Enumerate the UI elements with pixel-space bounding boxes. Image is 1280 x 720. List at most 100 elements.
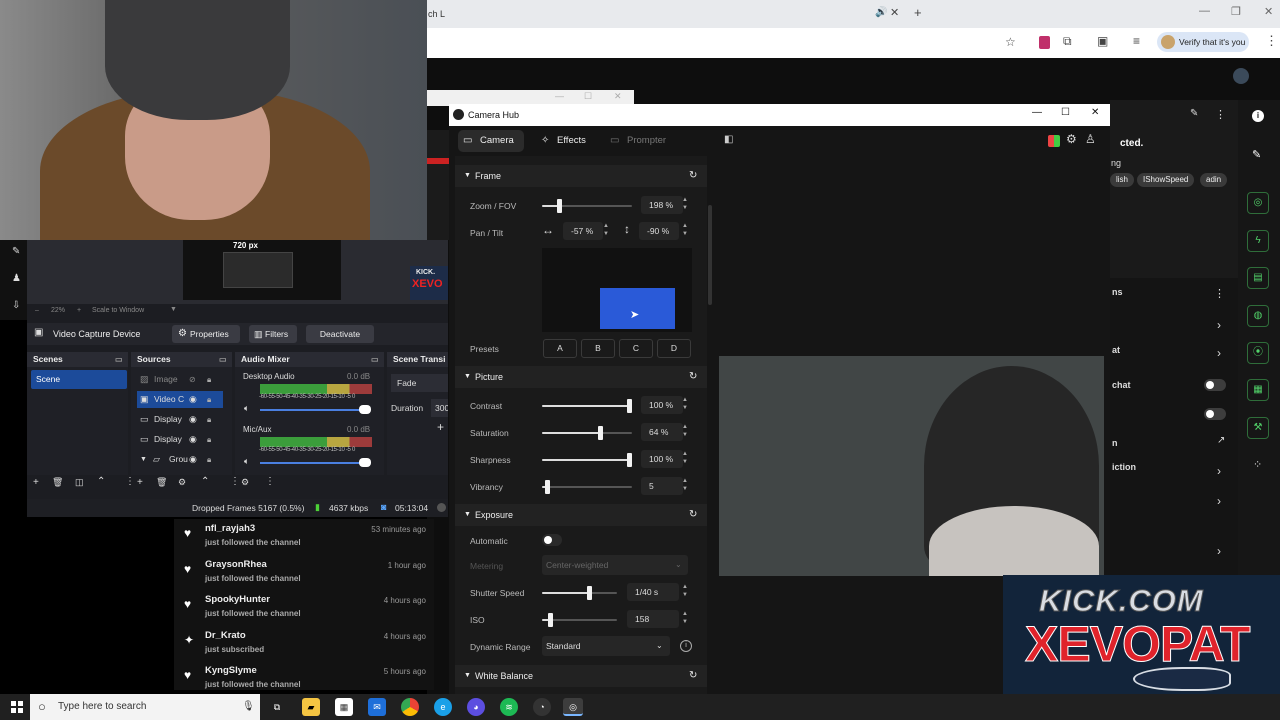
minimize-icon[interactable]: — bbox=[1032, 107, 1042, 118]
reset-icon[interactable]: ↻ bbox=[689, 665, 697, 687]
obs-icon[interactable]: ◔ bbox=[533, 698, 551, 716]
tag-chip[interactable]: IShowSpeed bbox=[1137, 173, 1195, 187]
lock-icon[interactable]: 🔒︎ bbox=[207, 451, 211, 468]
preset-d-button[interactable]: D bbox=[657, 339, 691, 358]
volume-knob[interactable] bbox=[359, 458, 371, 467]
broadcast-icon[interactable]: ⦿ bbox=[1247, 342, 1269, 364]
task-view-icon[interactable]: ⧉ bbox=[268, 698, 286, 716]
speaker-icon[interactable]: 🔈︎ bbox=[244, 456, 249, 467]
dynamic-range-dropdown[interactable]: Standard ⌄ bbox=[542, 636, 670, 656]
zoom-value-field[interactable]: 198 % bbox=[641, 196, 683, 214]
slider-knob[interactable] bbox=[544, 480, 550, 494]
move-up-icon[interactable]: ⌃ bbox=[97, 476, 105, 487]
mixer-settings-icon[interactable]: ⚙ bbox=[241, 477, 249, 488]
store-icon[interactable]: ▦ bbox=[335, 698, 353, 716]
picture-slider[interactable] bbox=[542, 453, 632, 467]
remove-source-icon[interactable]: 🗑︎ bbox=[156, 477, 167, 488]
info-icon[interactable]: i bbox=[680, 640, 692, 652]
scale-to-window-dropdown[interactable]: Scale to Window bbox=[92, 307, 144, 314]
stepper-icon[interactable]: ▲ ▼ bbox=[681, 196, 689, 214]
windows-start-icon[interactable] bbox=[11, 701, 23, 713]
source-item[interactable]: ▨ Image ⊘ 🔒︎ bbox=[137, 371, 223, 388]
dock-undock-icon[interactable]: ▭ bbox=[219, 352, 227, 367]
picture-value-field[interactable]: 64 % bbox=[641, 423, 683, 441]
picture-slider[interactable] bbox=[542, 399, 632, 413]
tag-chip[interactable]: adin bbox=[1200, 173, 1228, 187]
wrench-icon[interactable]: ⚒ bbox=[1247, 417, 1269, 439]
lock-icon[interactable]: 🔒︎ bbox=[207, 411, 211, 428]
frame-position-pad[interactable]: ➤ bbox=[542, 248, 692, 332]
chrome-icon[interactable] bbox=[401, 698, 419, 716]
users-icon[interactable]: ♟ bbox=[12, 273, 21, 284]
tab-title-fragment[interactable]: ch L bbox=[428, 9, 445, 19]
zoom-minus[interactable]: – bbox=[35, 307, 39, 314]
feed-username[interactable]: KyngSlyme bbox=[205, 665, 257, 676]
eye-icon[interactable]: ◉ bbox=[189, 411, 197, 428]
bookmark-star-icon[interactable]: ☆ bbox=[1005, 35, 1016, 49]
camera-hub-taskbar-icon[interactable]: ◎ bbox=[563, 698, 583, 716]
volume-slider[interactable] bbox=[260, 409, 370, 411]
scene-item[interactable]: Scene bbox=[31, 370, 127, 389]
hidden-eye-icon[interactable]: ⊘ bbox=[189, 371, 196, 388]
dock-undock-icon[interactable]: ▭ bbox=[371, 352, 379, 367]
chevron-right-icon[interactable]: › bbox=[1217, 494, 1221, 508]
slider-knob[interactable] bbox=[597, 426, 603, 440]
lock-icon[interactable]: 🔒︎ bbox=[207, 391, 211, 408]
tilt-value-field[interactable]: -90 % bbox=[639, 222, 679, 240]
settings-gear-icon[interactable]: ⚙ bbox=[1066, 132, 1077, 146]
info-icon[interactable]: i bbox=[1252, 110, 1264, 122]
tag-chip[interactable]: lish bbox=[1110, 173, 1135, 187]
feed-username[interactable]: nfl_rayjah3 bbox=[205, 523, 255, 534]
preset-b-button[interactable]: B bbox=[581, 339, 615, 358]
close-icon[interactable]: ✕ bbox=[1091, 107, 1099, 118]
expand-triangle-icon[interactable]: ▼ bbox=[140, 451, 147, 468]
stepper-icon[interactable]: ▲ ▼ bbox=[681, 423, 689, 441]
filters-button[interactable]: ▥ Filters bbox=[249, 325, 297, 343]
extensions-puzzle-icon[interactable]: ⧉ bbox=[1063, 34, 1072, 49]
lock-icon[interactable]: 🔒︎ bbox=[207, 371, 211, 388]
stepper-icon[interactable]: ▲ ▼ bbox=[681, 610, 689, 628]
capture-icon[interactable]: ◎ bbox=[1247, 192, 1269, 214]
reset-icon[interactable]: ↻ bbox=[689, 366, 697, 388]
chrome-menu-icon[interactable]: ⋮ bbox=[1265, 33, 1278, 49]
tab-effects[interactable]: ✧ Effects bbox=[535, 130, 597, 152]
stepper-icon[interactable]: ▲ ▼ bbox=[681, 450, 689, 468]
minimize-icon[interactable]: — bbox=[1199, 5, 1210, 17]
slider-knob[interactable] bbox=[627, 453, 632, 467]
screenshot-icon[interactable]: ▣ bbox=[1097, 34, 1108, 48]
discord-icon[interactable]: ◕ bbox=[467, 698, 485, 716]
new-tab-icon[interactable]: + bbox=[914, 5, 922, 20]
eye-icon[interactable]: ◉ bbox=[189, 451, 197, 468]
picture-section-header[interactable]: ▼ Picture ↻ bbox=[455, 366, 707, 388]
lightning-icon[interactable]: ϟ bbox=[1247, 230, 1269, 252]
picture-value-field[interactable]: 100 % bbox=[641, 450, 683, 468]
account-icon[interactable]: ♙ bbox=[1085, 132, 1096, 146]
chevron-right-icon[interactable]: › bbox=[1217, 346, 1221, 360]
source-item[interactable]: ▭ Display ◉ 🔒︎ bbox=[137, 431, 223, 448]
source-settings-icon[interactable]: ⚙ bbox=[178, 477, 186, 488]
chat-toggle[interactable] bbox=[1204, 379, 1226, 391]
zoom-slider[interactable] bbox=[542, 199, 632, 213]
source-item[interactable]: ▭ Display ◉ 🔒︎ bbox=[137, 411, 223, 428]
preset-c-button[interactable]: C bbox=[619, 339, 653, 358]
white-balance-section-header[interactable]: ▼ White Balance ↻ bbox=[455, 665, 707, 687]
chat-bubble-icon[interactable]: ◍ bbox=[1247, 305, 1269, 327]
chevron-right-icon[interactable]: › bbox=[1217, 464, 1221, 478]
shutter-value-field[interactable]: 1/40 s bbox=[627, 583, 679, 601]
stepper-icon[interactable]: ▲ ▼ bbox=[681, 583, 689, 601]
reset-icon[interactable]: ↻ bbox=[689, 504, 697, 526]
chevron-right-icon[interactable]: › bbox=[1217, 318, 1221, 332]
zoom-plus[interactable]: + bbox=[77, 307, 81, 314]
microphone-icon[interactable]: 🎙︎ bbox=[242, 694, 255, 720]
properties-button[interactable]: ⚙ Properties bbox=[172, 325, 240, 343]
tab-camera[interactable]: ▭ Camera bbox=[458, 130, 524, 152]
source-group-item[interactable]: ▼ ▱ Grou ◉ 🔒︎ bbox=[137, 451, 223, 468]
reset-icon[interactable]: ↻ bbox=[689, 165, 697, 187]
tab-prompter[interactable]: ▭ Prompter bbox=[605, 130, 675, 152]
document-icon[interactable]: ▤ bbox=[1247, 267, 1269, 289]
mail-icon[interactable]: ✉ bbox=[368, 698, 386, 716]
download-icon[interactable]: ⇩ bbox=[12, 300, 20, 311]
verify-identity-button[interactable]: Verify that it's you bbox=[1157, 32, 1249, 52]
picture-value-field[interactable]: 5 bbox=[641, 477, 683, 495]
stepper-icon[interactable]: ▲ ▼ bbox=[681, 222, 689, 240]
